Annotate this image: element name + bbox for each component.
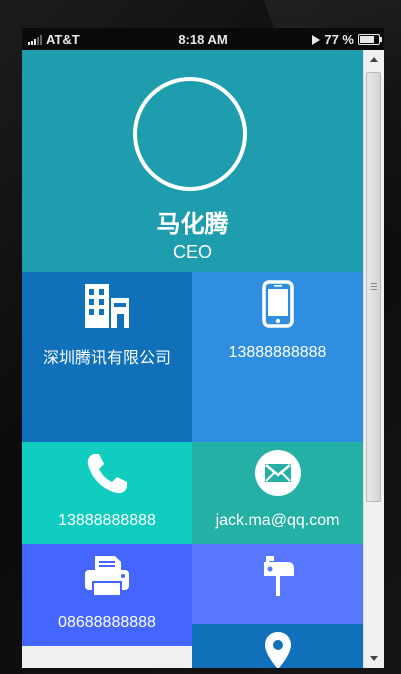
mobile-phone-icon bbox=[261, 280, 294, 328]
profile-title: CEO bbox=[172, 242, 212, 262]
status-right-group: 77 % bbox=[312, 32, 382, 47]
card-content: 马化腾 CEO 深圳腾讯有限公司 13888888888 13888888888… bbox=[22, 50, 363, 668]
scrollbar-thumb[interactable] bbox=[366, 72, 381, 502]
mailbox-icon bbox=[263, 556, 294, 596]
location-pin-icon bbox=[264, 632, 291, 668]
blank-tile bbox=[22, 646, 192, 668]
telephone-number: 13888888888 bbox=[58, 512, 156, 529]
email-tile[interactable]: jack.ma@qq.com bbox=[192, 442, 363, 544]
battery-percent: 77 % bbox=[324, 32, 354, 47]
mobile-tile[interactable]: 13888888888 bbox=[192, 272, 363, 442]
email-address: jack.ma@qq.com bbox=[215, 512, 340, 529]
profile-name: 马化腾 bbox=[156, 211, 229, 238]
company-tile[interactable]: 深圳腾讯有限公司 bbox=[22, 272, 192, 442]
telephone-tile[interactable]: 13888888888 bbox=[22, 442, 192, 544]
scroll-up-arrow-icon[interactable] bbox=[370, 57, 378, 62]
phone-screen: AT&T 8:18 AM 77 % 马化腾 CEO 深圳腾讯有限公司 13888… bbox=[22, 28, 384, 668]
scrollbar-grip-icon bbox=[371, 283, 377, 292]
mobile-number: 13888888888 bbox=[228, 344, 327, 361]
fax-icon bbox=[85, 556, 129, 597]
mailbox-tile[interactable] bbox=[192, 544, 363, 624]
building-icon bbox=[85, 284, 129, 328]
location-tile[interactable] bbox=[192, 624, 363, 668]
avatar[interactable] bbox=[133, 77, 247, 191]
status-bar: AT&T 8:18 AM 77 % bbox=[22, 28, 384, 50]
phone-handset-icon bbox=[87, 454, 127, 494]
company-name: 深圳腾讯有限公司 bbox=[42, 350, 171, 367]
envelope-icon bbox=[254, 450, 301, 496]
battery-icon bbox=[358, 34, 382, 45]
vertical-scrollbar[interactable] bbox=[363, 50, 384, 668]
fax-tile[interactable]: 08688888888 bbox=[22, 544, 192, 646]
fax-number: 08688888888 bbox=[58, 614, 156, 631]
profile-header: 马化腾 CEO bbox=[22, 50, 363, 272]
scroll-down-arrow-icon[interactable] bbox=[370, 656, 378, 661]
play-indicator-icon bbox=[312, 34, 321, 45]
